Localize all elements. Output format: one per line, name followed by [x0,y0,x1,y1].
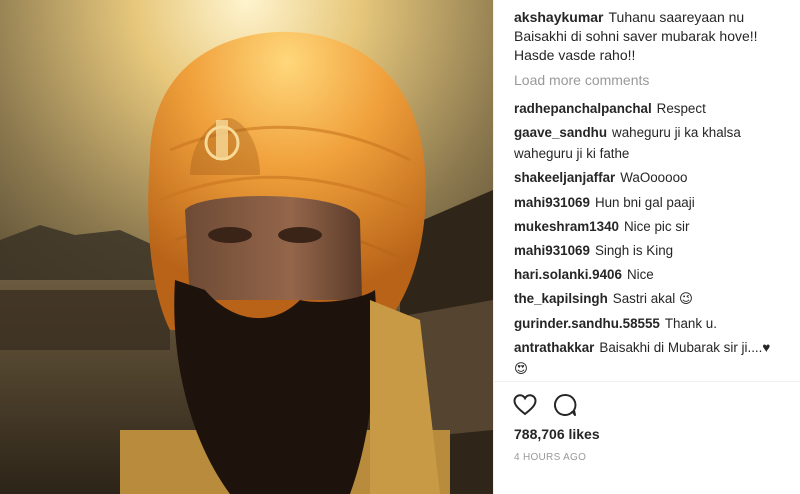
comment-username[interactable]: gurinder.sandhu.58555 [514,316,660,331]
actions-separator [494,381,800,382]
comment-username[interactable]: hari.solanki.9406 [514,267,622,282]
comment-username[interactable]: radhepanchalpanchal [514,101,652,116]
comment-item: mukeshram1340 Nice pic sir [514,216,784,237]
comment-list: radhepanchalpanchal Respect gaave_sandhu w… [514,98,784,382]
speech-bubble-icon[interactable] [552,392,578,418]
comment-item: gaave_sandhu waheguru ji ka khalsa wahegu… [514,122,784,164]
comment-username[interactable]: the_kapilsingh [514,291,608,306]
instagram-post: akshaykumar Tuhanu saareyaan nu Baisakhi … [0,0,800,494]
heart-outline-icon[interactable] [512,392,538,418]
post-photo-illustration [0,0,493,494]
comment-username[interactable]: shakeeljanjaffar [514,170,615,185]
comment-text: Respect [656,101,706,116]
comment-text: Sastri akal 😉 [612,291,693,307]
comment-text: Nice pic sir [623,218,690,234]
post-actions [512,392,578,418]
comment-text: Hun bni gal paaji [594,194,695,210]
comment-item: hari.solanki.9406 Nice [514,264,784,285]
comment-username[interactable]: gaave_sandhu [514,125,607,140]
comment-username[interactable]: antrathakkar [514,340,594,355]
comment-item: antrathakkar Baisakhi di Mubarak sir ji..… [514,337,784,379]
post-photo[interactable] [0,0,493,494]
comment-text: Nice [626,267,654,283]
comment-item: gurinder.sandhu.58555 Thank u. [514,313,784,334]
comment-text: WaOooooo [620,170,688,186]
comment-username[interactable]: mahi931069 [514,195,590,210]
comment-item: the_kapilsingh Sastri akal 😉 [514,288,784,309]
comment-item: radhepanchalpanchal Respect [514,98,784,119]
caption-username[interactable]: akshaykumar [514,9,604,25]
post-timestamp[interactable]: 4 HOURS AGO [514,452,586,463]
comment-item: shakeeljanjaffar WaOooooo [514,167,784,188]
post-caption: akshaykumar Tuhanu saareyaan nu Baisakhi … [514,8,776,65]
comment-item: mahi931069 Singh is King [514,240,784,261]
comment-username[interactable]: mahi931069 [514,243,590,258]
likes-count[interactable]: 788,706 likes [514,426,600,442]
comment-item: mahi931069 Hun bni gal paaji [514,192,784,213]
load-more-comments-link[interactable]: Load more comments [514,72,649,88]
comments-panel: akshaykumar Tuhanu saareyaan nu Baisakhi … [494,0,800,494]
comment-text: Thank u. [664,315,717,331]
comment-username[interactable]: mukeshram1340 [514,219,619,234]
comment-text: Singh is King [594,242,674,258]
